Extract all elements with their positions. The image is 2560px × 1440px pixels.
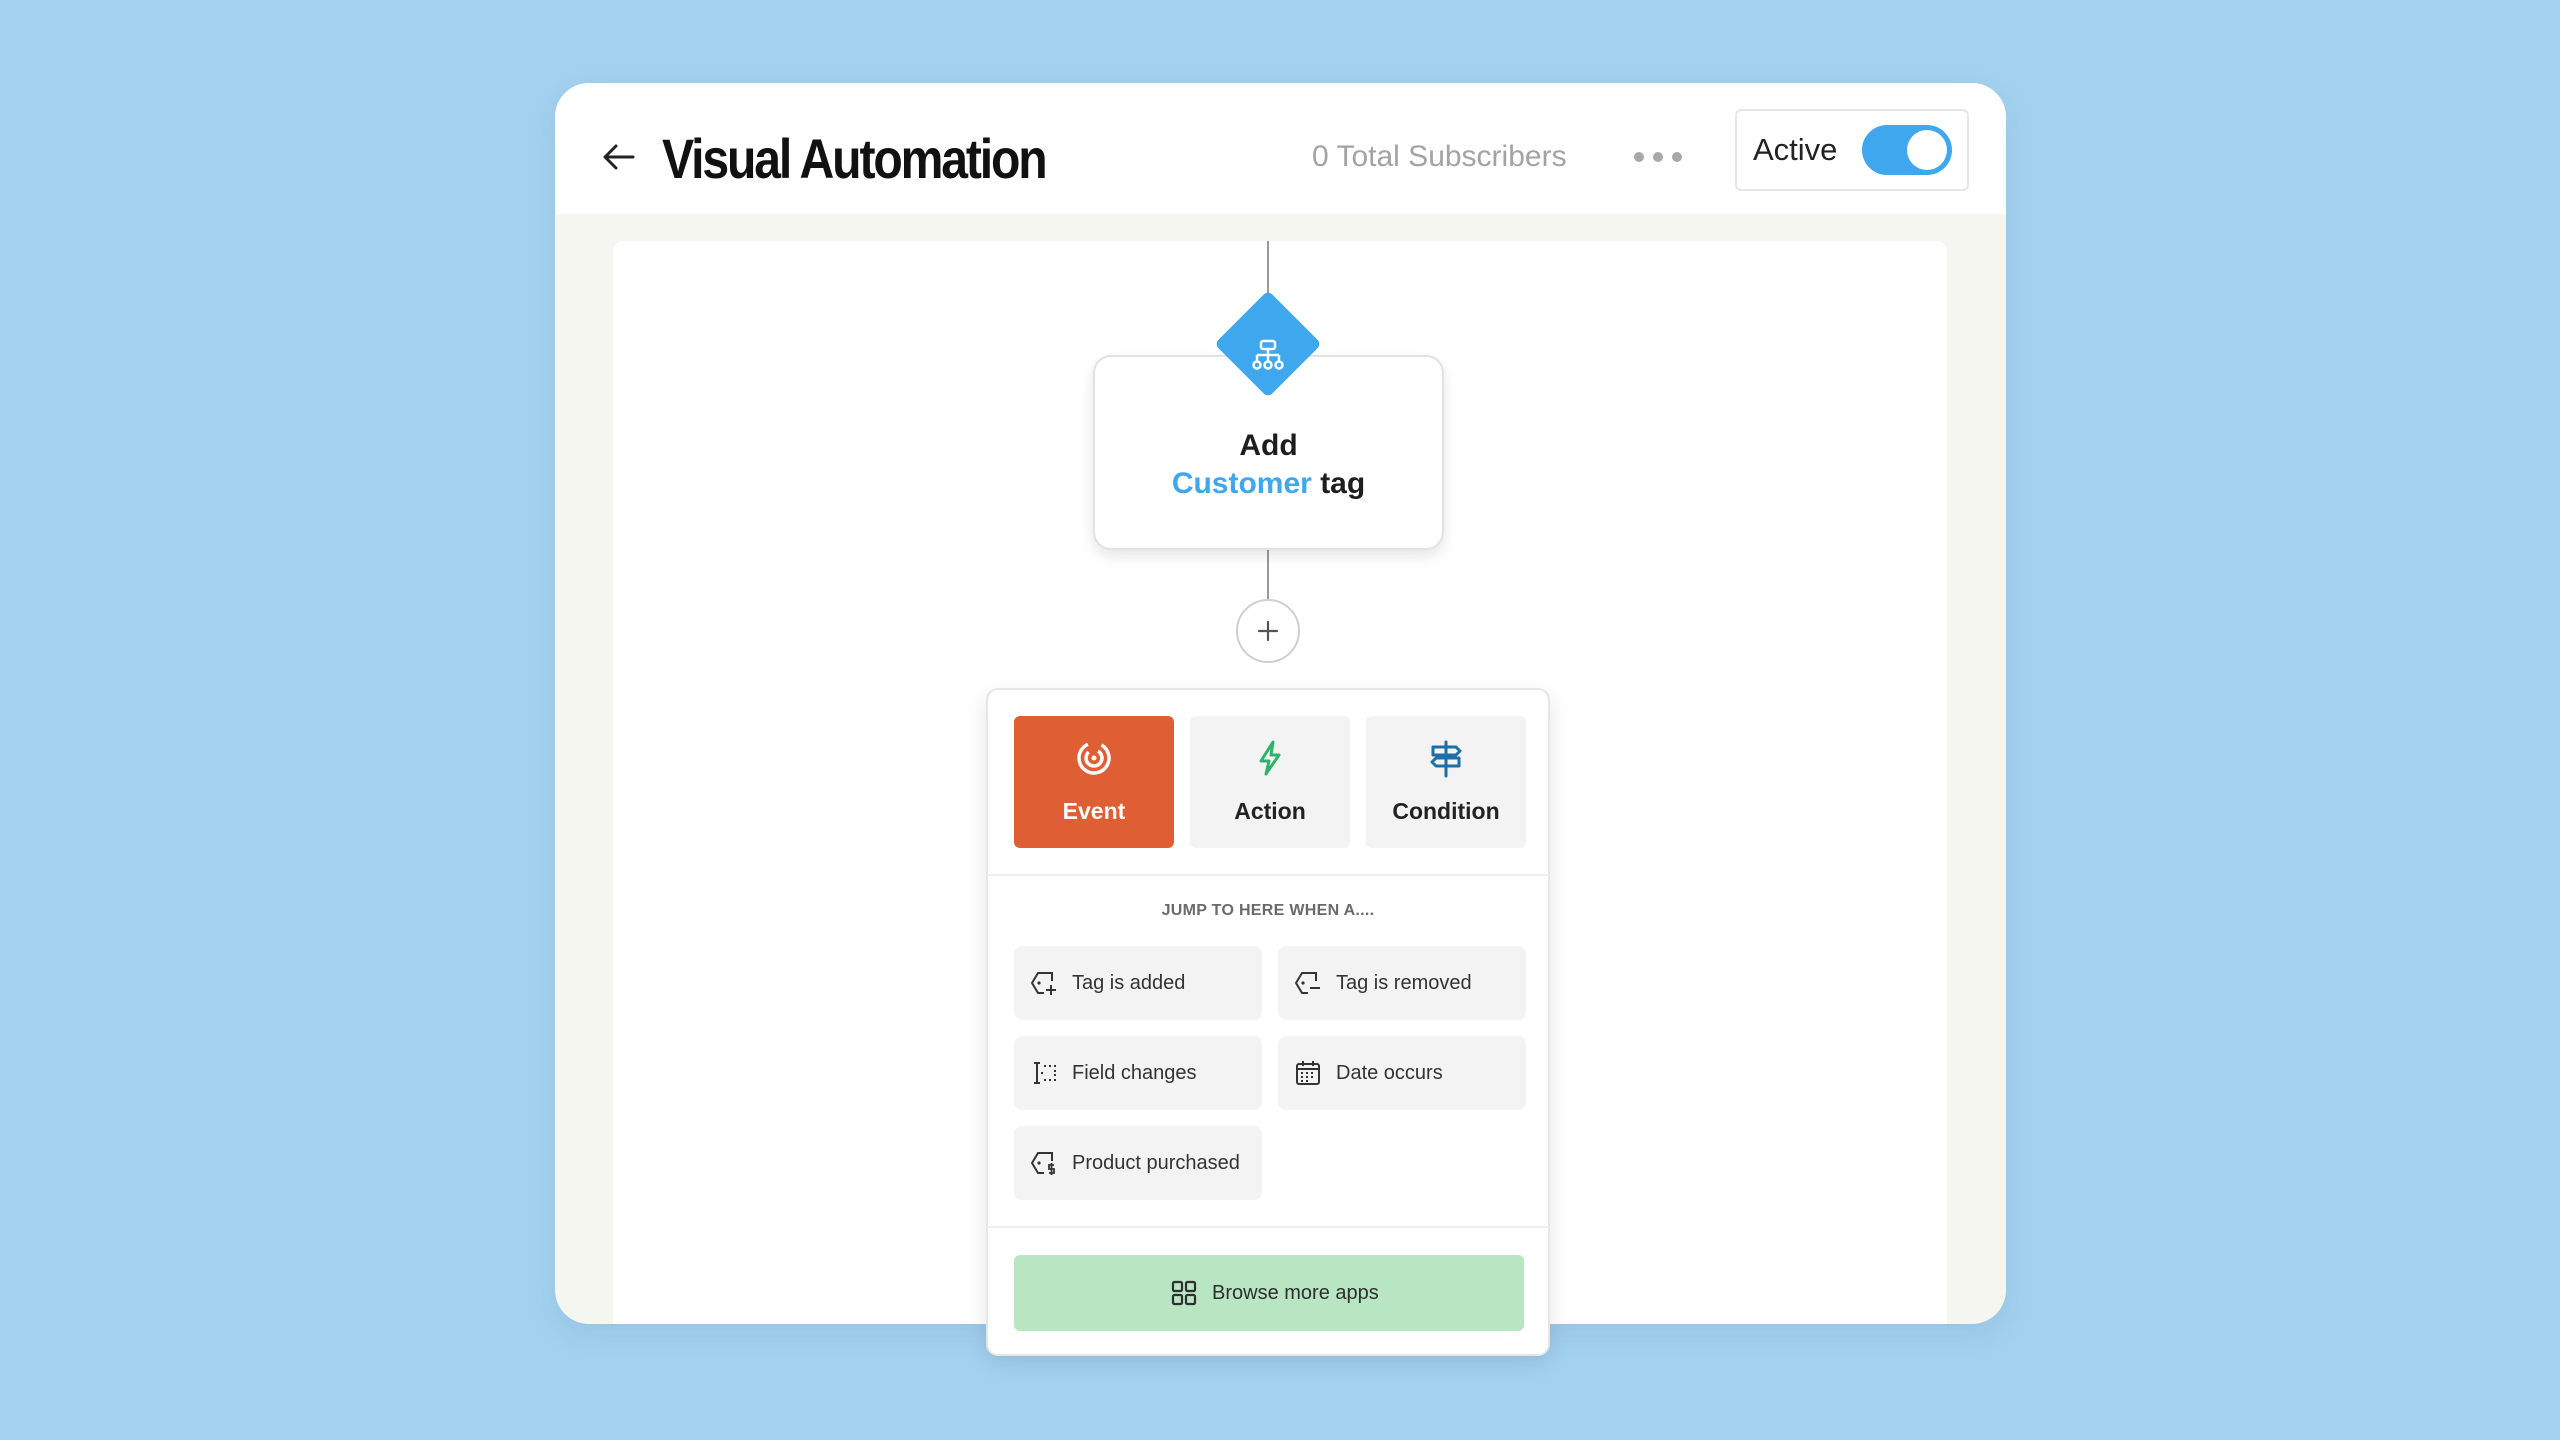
option-product-purchased[interactable]: Product purchased	[1014, 1126, 1262, 1200]
back-button[interactable]	[591, 129, 647, 185]
option-tag-added[interactable]: Tag is added	[1014, 946, 1262, 1020]
header-bar: Visual Automation 0 Total Subscribers Ac…	[555, 83, 2006, 214]
status-control: Active	[1735, 109, 1969, 191]
signpost-icon	[1430, 740, 1462, 778]
lightning-icon	[1259, 740, 1281, 776]
add-step-button[interactable]	[1236, 599, 1300, 663]
status-label: Active	[1753, 132, 1838, 167]
option-label: Tag is added	[1072, 972, 1186, 994]
option-tag-removed[interactable]: Tag is removed	[1278, 946, 1526, 1020]
browse-apps-label: Browse more apps	[1212, 1282, 1379, 1304]
node-title: Add	[1239, 429, 1298, 462]
tab-condition-label: Condition	[1392, 798, 1500, 824]
node-suffix: tag	[1320, 467, 1366, 500]
grid-icon	[1171, 1280, 1197, 1306]
tab-condition[interactable]: Condition	[1366, 716, 1526, 848]
dot	[1634, 152, 1644, 162]
arrow-left-icon	[603, 144, 635, 170]
node-subtitle: Customer tag	[1095, 467, 1442, 501]
dot	[1653, 152, 1663, 162]
tab-event[interactable]: Event	[1014, 716, 1174, 848]
option-field-changes[interactable]: Field changes	[1014, 1036, 1262, 1110]
browse-apps-button[interactable]: Browse more apps	[1014, 1255, 1524, 1331]
field-icon	[1034, 1062, 1056, 1084]
option-label: Date occurs	[1336, 1062, 1443, 1084]
page-title: Visual Automation	[662, 127, 1048, 190]
option-label: Product purchased	[1072, 1152, 1240, 1174]
divider	[988, 1226, 1548, 1228]
tag-add-icon	[1031, 972, 1056, 995]
toggle-knob	[1907, 130, 1947, 170]
option-date-occurs[interactable]: Date occurs	[1278, 1036, 1526, 1110]
section-heading: JUMP TO HERE WHEN A....	[1161, 902, 1375, 919]
tag-dollar-icon	[1031, 1152, 1055, 1175]
option-label: Field changes	[1072, 1062, 1197, 1084]
tab-event-label: Event	[1062, 798, 1126, 824]
dot	[1672, 152, 1682, 162]
sitemap-icon	[1252, 339, 1284, 370]
tab-action-label: Action	[1234, 798, 1306, 824]
more-options-button[interactable]	[1623, 129, 1693, 185]
connector-line-bottom	[1267, 550, 1269, 600]
active-toggle[interactable]	[1862, 125, 1952, 175]
calendar-icon	[1296, 1061, 1320, 1085]
subscriber-count: 0 Total Subscribers	[1312, 140, 1567, 173]
step-picker-panel: Event Action Condition JUMP TO HERE WHEN…	[986, 688, 1550, 1356]
target-icon	[1077, 741, 1111, 775]
tag-remove-icon	[1295, 972, 1320, 994]
plus-icon	[1257, 620, 1279, 642]
node-tag-name: Customer	[1171, 467, 1312, 500]
tab-action[interactable]: Action	[1190, 716, 1350, 848]
divider	[988, 874, 1548, 876]
option-label: Tag is removed	[1336, 972, 1472, 994]
